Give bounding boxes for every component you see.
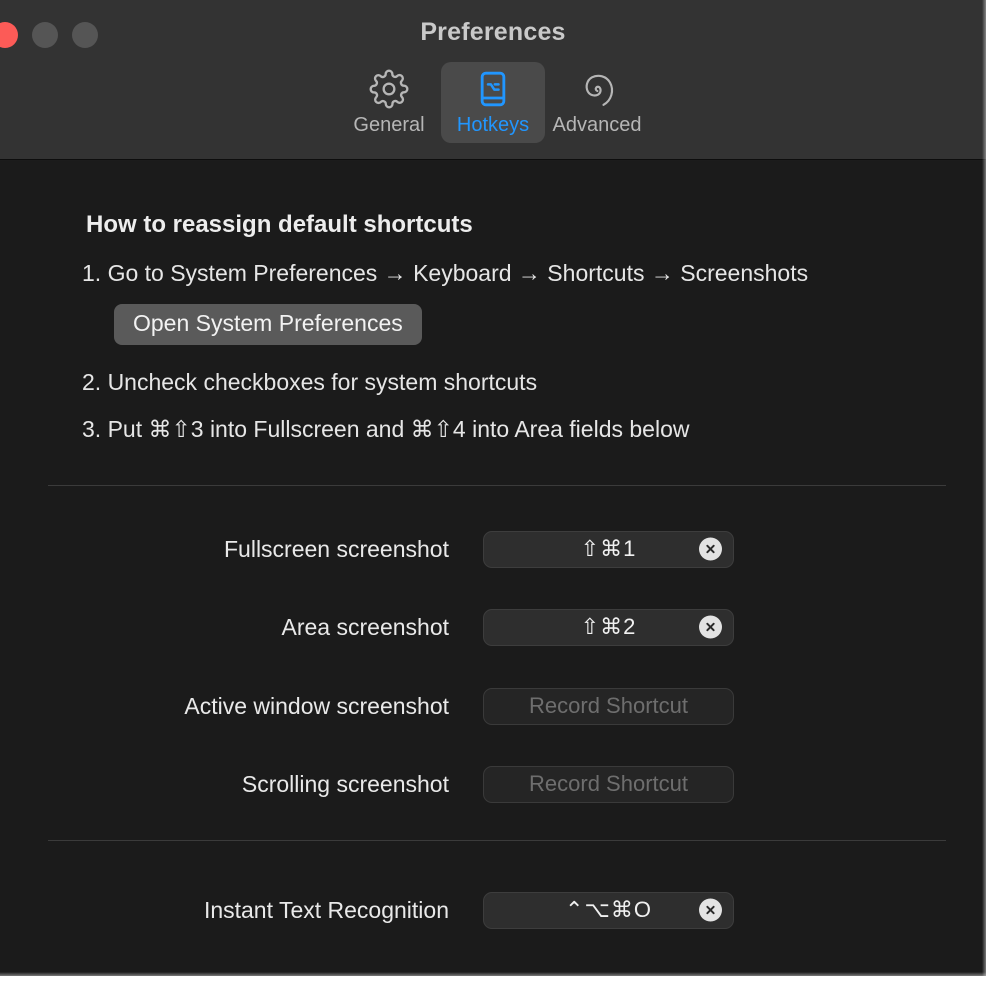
window-titlebar: Preferences General Hotkeys Advanced xyxy=(0,0,986,160)
gear-icon xyxy=(369,68,409,110)
shortcut-label-active-window: Active window screenshot xyxy=(184,692,449,719)
shortcut-value-fullscreen: ⇧⌘1 xyxy=(580,536,637,561)
help-section-title: How to reassign default shortcuts xyxy=(86,211,473,238)
tab-advanced-label: Advanced xyxy=(552,114,642,136)
page-right-edge xyxy=(986,0,1000,984)
section-divider-bottom xyxy=(48,840,946,841)
tab-general[interactable]: General xyxy=(337,62,441,143)
window-title: Preferences xyxy=(420,18,566,46)
help-step-2: 2. Uncheck checkboxes for system shortcu… xyxy=(82,369,538,395)
shortcut-label-area: Area screenshot xyxy=(281,613,449,640)
keyboard-icon xyxy=(473,68,513,110)
preferences-toolbar: General Hotkeys Advanced xyxy=(0,62,986,143)
page-bottom-edge xyxy=(0,976,1000,984)
shortcut-placeholder-scrolling: Record Shortcut xyxy=(529,771,688,796)
shortcut-field-area[interactable]: ⇧⌘2 xyxy=(483,608,734,646)
close-icon xyxy=(706,544,715,554)
shortcut-row: Scrolling screenshot Record Shortcut xyxy=(0,764,986,804)
clear-shortcut-instant-text-recognition-button[interactable] xyxy=(699,898,722,922)
spiral-icon xyxy=(577,68,617,110)
shortcut-field-fullscreen[interactable]: ⇧⌘1 xyxy=(483,530,734,568)
shortcut-value-instant-text-recognition: ⌃⌥⌘O xyxy=(565,897,652,922)
tab-hotkeys-label: Hotkeys xyxy=(456,114,530,136)
shortcut-value-area: ⇧⌘2 xyxy=(580,614,637,639)
shortcut-row: Instant Text Recognition ⌃⌥⌘O xyxy=(0,890,986,930)
shortcut-row: Fullscreen screenshot ⇧⌘1 xyxy=(0,529,986,569)
clear-shortcut-area-button[interactable] xyxy=(699,615,722,639)
shortcut-label-fullscreen: Fullscreen screenshot xyxy=(224,535,449,562)
close-icon xyxy=(706,622,715,632)
tab-advanced[interactable]: Advanced xyxy=(545,62,649,143)
preferences-window: Preferences General Hotkeys Advanced How… xyxy=(0,0,986,976)
section-divider-top xyxy=(48,485,946,486)
help-step-3: 3. Put ⌘⇧3 into Fullscreen and ⌘⇧4 into … xyxy=(82,416,690,442)
shortcut-row: Active window screenshot Record Shortcut xyxy=(0,686,986,726)
tab-general-label: General xyxy=(353,114,425,136)
help-step-1: 1. Go to System Preferences → Keyboard →… xyxy=(82,260,809,286)
shortcut-placeholder-active-window: Record Shortcut xyxy=(529,693,688,718)
close-icon xyxy=(706,905,715,915)
preferences-content: How to reassign default shortcuts 1. Go … xyxy=(0,161,986,976)
shortcut-row: Area screenshot ⇧⌘2 xyxy=(0,607,986,647)
tab-hotkeys[interactable]: Hotkeys xyxy=(441,62,545,143)
clear-shortcut-fullscreen-button[interactable] xyxy=(699,537,722,561)
shortcut-field-instant-text-recognition[interactable]: ⌃⌥⌘O xyxy=(483,891,734,929)
shortcut-label-scrolling: Scrolling screenshot xyxy=(241,770,449,797)
shortcut-field-scrolling[interactable]: Record Shortcut xyxy=(483,765,734,803)
open-system-preferences-button[interactable]: Open System Preferences xyxy=(114,304,422,345)
shortcut-field-active-window[interactable]: Record Shortcut xyxy=(483,687,734,725)
shortcut-label-instant-text-recognition: Instant Text Recognition xyxy=(203,896,449,923)
